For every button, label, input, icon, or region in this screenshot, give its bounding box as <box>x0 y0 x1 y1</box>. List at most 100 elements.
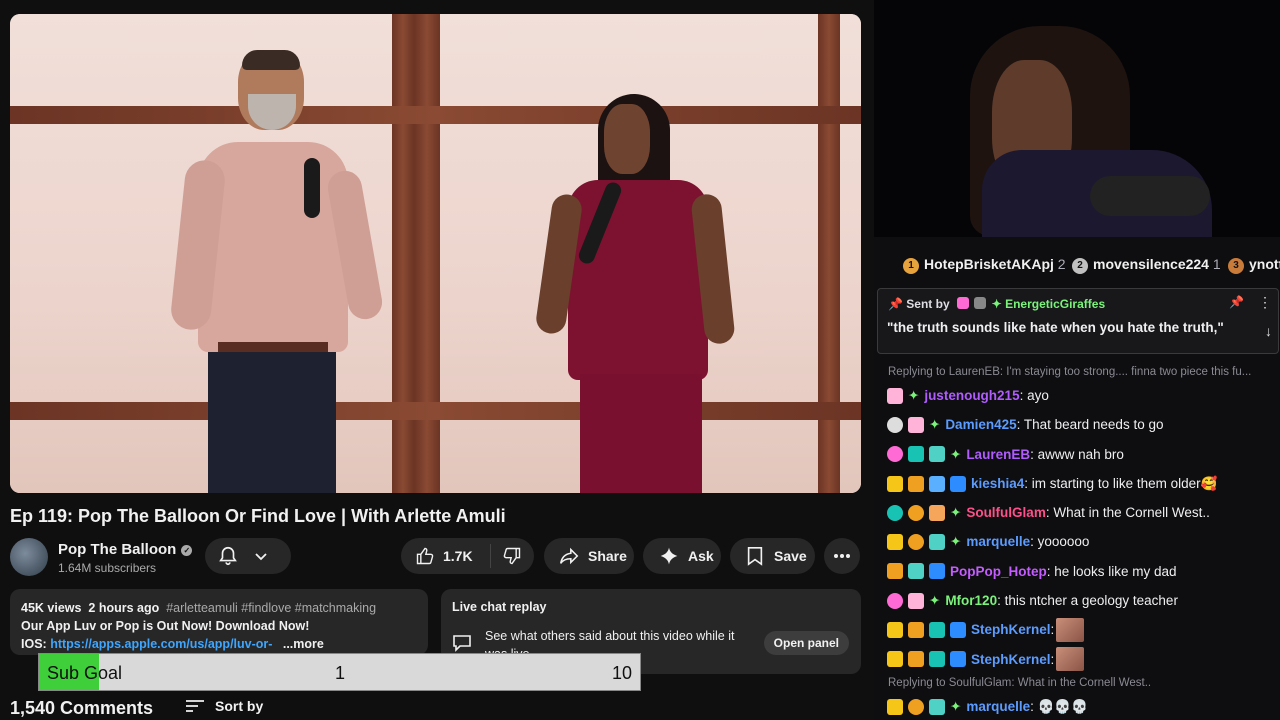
crown-badge-icon <box>908 622 924 639</box>
sub-badge-icon <box>887 651 903 668</box>
chat-text: : he looks like my dad <box>1046 563 1177 579</box>
sub-badge-icon <box>887 446 903 463</box>
share-button[interactable]: Share <box>544 538 634 574</box>
video-title: Ep 119: Pop The Balloon Or Find Love | W… <box>10 506 506 526</box>
video-player[interactable] <box>10 14 861 493</box>
channel-name-text[interactable]: Pop The Balloon <box>58 541 176 558</box>
chat-username[interactable]: marquelle <box>966 692 1030 720</box>
pinned-user[interactable]: EnergeticGiraffes <box>1005 297 1105 311</box>
pin-icon: 📌 <box>888 297 903 311</box>
chat-username[interactable]: LaurenEB <box>966 440 1030 469</box>
description-line: Our App Luv or Pop is Out Now! Download … <box>21 619 310 633</box>
verified-icon: ✓ <box>181 545 193 556</box>
prime-badge-icon <box>950 651 966 668</box>
chat-message: ✦ marquelle: yoooooo <box>874 527 1280 556</box>
dislike-button[interactable] <box>491 546 522 566</box>
expand-arrow-icon[interactable]: ↓ <box>1265 323 1272 339</box>
chat-text: : <box>1050 651 1055 667</box>
leaderboard-count: 1 <box>1212 256 1221 272</box>
chat-username[interactable]: kieshia4 <box>971 469 1024 498</box>
thumbs-up-icon <box>416 547 434 565</box>
chat-feed: Replying to LaurenEB: I'm staying too st… <box>874 363 1280 720</box>
notification-bell-button[interactable] <box>205 538 291 574</box>
rank-badge: 1 <box>903 258 919 274</box>
bits-badge-icon <box>908 698 924 715</box>
description-box[interactable]: 45K views 2 hours ago #arletteamuli #fin… <box>10 589 428 655</box>
more-actions-button[interactable] <box>824 538 860 574</box>
sent-by-label: Sent by <box>906 297 950 311</box>
sparkle-badge-icon: ✦ <box>908 388 920 403</box>
chat-text: : ayo <box>1019 388 1049 403</box>
bookmark-icon <box>747 547 763 566</box>
sort-icon <box>186 700 204 712</box>
like-dislike-group: 1.7K <box>401 538 534 574</box>
sub-goal-overlay: Sub Goal 1 10 <box>38 653 641 691</box>
sparkle-badge-icon: ✦ <box>950 446 962 462</box>
chat-text: : this ntcher a geology teacher <box>997 593 1178 609</box>
youtube-watch-page: Ep 119: Pop The Balloon Or Find Love | W… <box>0 0 874 720</box>
save-button[interactable]: Save <box>730 538 815 574</box>
chat-message: ✦ justenough215: ayo <box>874 381 1280 410</box>
chat-username[interactable]: StephKernel <box>971 615 1051 644</box>
chat-bubble-icon <box>452 634 472 655</box>
chat-text: : 💀💀💀 <box>1030 698 1089 714</box>
chat-username[interactable]: Damien425 <box>945 410 1016 439</box>
channel-row: Pop The Balloon ✓ 1.64M subscribers 1.7K … <box>10 538 861 580</box>
ask-button[interactable]: Ask <box>643 538 721 574</box>
hashtags[interactable]: #arletteamuli #findlove #matchmaking <box>166 601 376 615</box>
subscriber-count: 1.64M subscribers <box>58 561 157 575</box>
chat-text: : That beard needs to go <box>1016 417 1164 433</box>
more-vertical-icon[interactable]: ⋮ <box>1258 294 1272 311</box>
bell-icon <box>219 546 237 566</box>
pin-toggle-icon[interactable]: 📌 <box>1229 295 1244 309</box>
share-label: Share <box>588 548 627 564</box>
chat-username[interactable]: marquelle <box>966 527 1030 556</box>
emote-image <box>1056 647 1085 672</box>
save-label: Save <box>774 548 807 564</box>
sub-badge-icon <box>887 622 903 639</box>
chat-message: StephKernel: <box>874 615 1280 644</box>
chat-username[interactable]: SoulfulGlam <box>966 498 1046 527</box>
chat-message: kieshia4: im starting to like them older… <box>874 469 1280 498</box>
sub-goal-label: Sub Goal <box>47 663 123 683</box>
show-more-link[interactable]: ...more <box>283 637 324 651</box>
sparkle-badge-icon: ✦ <box>950 698 962 714</box>
more-horizontal-icon <box>834 554 850 558</box>
gift-badge-icon <box>908 592 924 609</box>
chat-username[interactable]: justenough215 <box>924 381 1019 410</box>
pinned-text: "the truth sounds like hate when you hat… <box>887 320 1224 335</box>
app-store-link[interactable]: https://apps.apple.com/us/app/luv-or- <box>50 637 272 651</box>
rank-badge: 2 <box>1072 258 1088 274</box>
chat-username[interactable]: Mfor120 <box>945 586 997 615</box>
crown-badge-icon <box>908 651 924 668</box>
chat-text: : What in the Cornell West.. <box>1045 505 1210 521</box>
chat-username[interactable]: StephKernel <box>971 645 1051 674</box>
bits-badge-icon <box>908 534 924 551</box>
gift-badge-icon <box>929 534 945 551</box>
sub-goal-current: 1 <box>335 663 346 683</box>
webcam-feed <box>874 0 1280 237</box>
prime-badge-icon <box>950 622 966 639</box>
channel-name[interactable]: Pop The Balloon ✓ <box>58 541 193 558</box>
gift-badge-icon <box>929 446 945 463</box>
leaderboard-name: movensilence224 <box>1093 256 1209 272</box>
like-count: 1.7K <box>443 548 473 564</box>
leaderboard-name: ynott <box>1249 256 1280 272</box>
open-panel-button[interactable]: Open panel <box>763 631 849 655</box>
channel-avatar[interactable] <box>10 538 48 576</box>
stream-panel: 1 HotepBrisketAKApj 2 2 movensilence224 1 … <box>874 0 1280 720</box>
leaderboard-entry: 2 movensilence224 1 <box>1072 256 1221 274</box>
chat-text: : im starting to like them older🥰 <box>1024 475 1218 491</box>
ask-label: Ask <box>688 548 714 564</box>
sub-badge-icon <box>887 698 903 715</box>
chat-message: ✦ marquelle: 💀💀💀 <box>874 692 1280 720</box>
chat-username[interactable]: PopPop_Hotep <box>950 557 1047 586</box>
leaderboard-entry: 1 HotepBrisketAKApj 2 <box>903 256 1066 274</box>
comments-count: 1,540 Comments <box>10 698 154 718</box>
bits-badge-icon <box>908 504 924 521</box>
sort-by-button[interactable]: Sort by <box>185 698 263 714</box>
og-badge-icon <box>929 622 945 639</box>
crown-badge-icon <box>887 563 903 580</box>
sub-badge-icon <box>887 534 903 551</box>
like-button[interactable]: 1.7K <box>401 544 491 568</box>
